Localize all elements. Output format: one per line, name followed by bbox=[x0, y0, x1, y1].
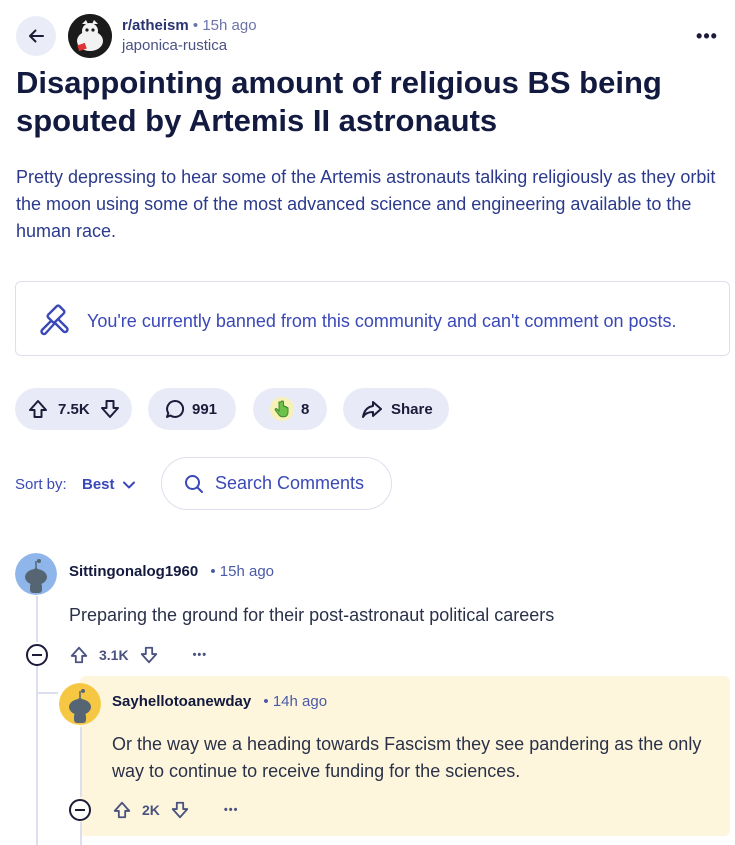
post-title: Disappointing amount of religious BS bei… bbox=[16, 65, 662, 138]
comment-username[interactable]: Sittingonalog1960 bbox=[69, 563, 198, 580]
collapse-thread-button[interactable] bbox=[26, 644, 48, 666]
award-button[interactable]: 8 bbox=[253, 388, 327, 430]
search-placeholder: Search Comments bbox=[215, 473, 365, 493]
search-icon bbox=[185, 474, 203, 493]
subreddit-name[interactable]: r/atheism bbox=[122, 17, 189, 34]
share-label: Share bbox=[391, 400, 433, 418]
post-body: Pretty depressing to hear some of the Ar… bbox=[16, 167, 716, 241]
chevron-down-icon bbox=[122, 481, 135, 488]
thread-line[interactable] bbox=[80, 727, 82, 797]
more-options-button[interactable]: ••• bbox=[693, 22, 721, 50]
comment-header: Sittingonalog1960 • 15h ago bbox=[69, 562, 274, 582]
post-header: r/atheism • 15h ago japonica-rustica ••• bbox=[16, 14, 721, 58]
comment-header: Sayhellotoanewday • 14h ago bbox=[112, 692, 327, 712]
comment-more-button[interactable]: ••• bbox=[193, 649, 208, 661]
sort-value: Best bbox=[82, 476, 115, 493]
comment-more-button[interactable]: ••• bbox=[224, 804, 239, 816]
thread-branch bbox=[36, 692, 58, 694]
sort-label: Sort by: bbox=[15, 476, 67, 493]
comment-text: Preparing the ground for their post-astr… bbox=[69, 605, 555, 625]
downvote-icon[interactable] bbox=[170, 800, 190, 820]
comments-button[interactable]: 991 bbox=[148, 388, 236, 430]
share-arrow-icon bbox=[362, 401, 382, 418]
arrow-left-icon bbox=[29, 29, 44, 43]
award-count: 8 bbox=[301, 400, 310, 418]
comment-vote-count: 3.1K bbox=[99, 647, 129, 663]
post-author[interactable]: japonica-rustica bbox=[122, 36, 257, 56]
post-time: 15h ago bbox=[202, 17, 257, 34]
comment-count: 991 bbox=[192, 400, 218, 418]
meta-separator: • bbox=[192, 17, 199, 34]
comment-username[interactable]: Sayhellotoanewday bbox=[112, 693, 251, 710]
vote-control: 7.5K bbox=[15, 388, 132, 430]
meta-separator: • bbox=[263, 693, 269, 710]
thread-line[interactable] bbox=[36, 596, 38, 642]
share-button[interactable]: Share bbox=[343, 388, 449, 430]
downvote-icon[interactable] bbox=[139, 645, 159, 665]
search-comments-input[interactable]: Search Comments bbox=[161, 457, 392, 510]
comment-actions: 2K ••• bbox=[112, 797, 238, 823]
comment-vote-count: 2K bbox=[142, 802, 160, 818]
comment-actions: 3.1K ••• bbox=[69, 642, 207, 668]
vote-count: 7.5K bbox=[58, 400, 90, 418]
comment-time: 15h ago bbox=[219, 563, 275, 580]
avatar[interactable] bbox=[59, 683, 101, 725]
meta-separator: • bbox=[210, 563, 216, 580]
comment-bubble-icon bbox=[166, 399, 184, 418]
post-meta: r/atheism • 15h ago japonica-rustica bbox=[122, 16, 257, 56]
upvote-icon[interactable] bbox=[27, 398, 49, 420]
subreddit-avatar[interactable] bbox=[68, 14, 112, 58]
thread-line[interactable] bbox=[80, 822, 82, 845]
award-hand-icon bbox=[270, 397, 294, 421]
avatar[interactable] bbox=[15, 553, 57, 595]
gavel-icon bbox=[40, 304, 69, 336]
collapse-thread-button[interactable] bbox=[69, 799, 91, 821]
upvote-icon[interactable] bbox=[69, 645, 89, 665]
ban-notice-text: You're currently banned from this commun… bbox=[87, 311, 677, 331]
downvote-icon[interactable] bbox=[99, 398, 121, 420]
comment-text: Or the way we a heading towards Fascism … bbox=[112, 734, 702, 781]
comment-time: 14h ago bbox=[272, 693, 328, 710]
ban-notice: You're currently banned from this commun… bbox=[15, 281, 730, 356]
back-button[interactable] bbox=[16, 16, 56, 56]
sort-dropdown[interactable]: Best bbox=[82, 476, 135, 493]
upvote-icon[interactable] bbox=[112, 800, 132, 820]
